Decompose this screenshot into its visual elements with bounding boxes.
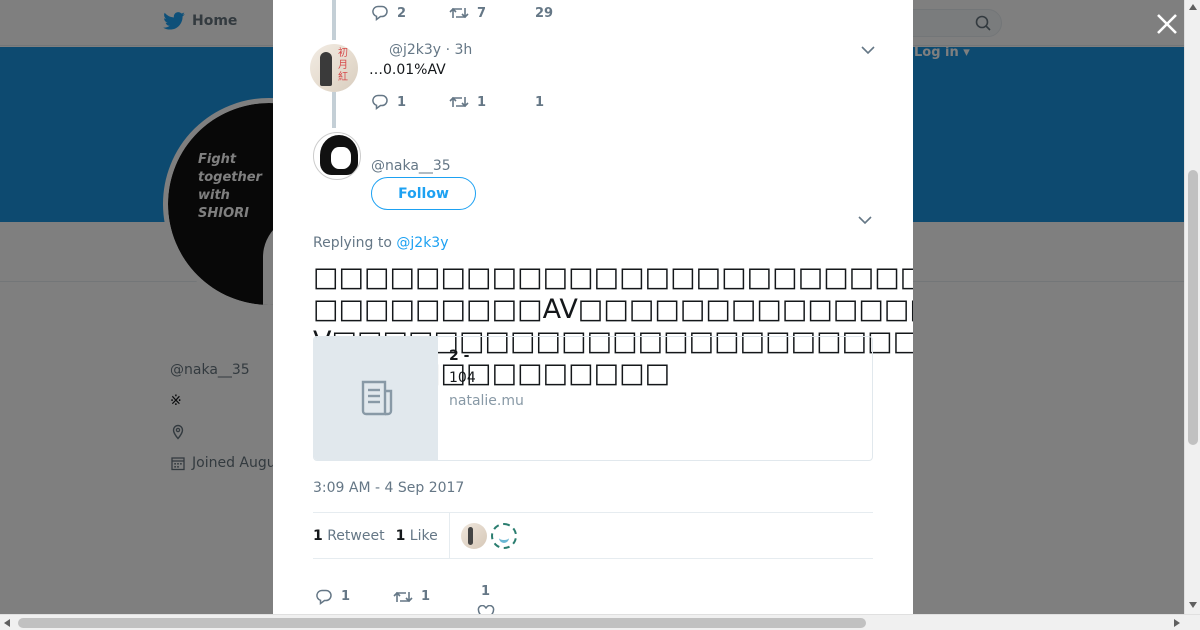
tweet-timestamp[interactable]: 3:09 AM - 4 Sep 2017 xyxy=(313,480,464,496)
chevron-down-icon[interactable] xyxy=(861,44,875,56)
stats-divider xyxy=(448,512,450,559)
card-description: 104 xyxy=(449,370,476,386)
scroll-right-arrow-icon[interactable] xyxy=(1174,619,1180,627)
retweet-stat[interactable]: 1 Retweet xyxy=(313,528,385,544)
replying-to: Replying to @j2k3y xyxy=(313,235,449,251)
vertical-scrollbar[interactable] xyxy=(1184,0,1200,614)
link-card[interactable]: 2 - 104 natalie.mu xyxy=(313,336,873,461)
like-count: 1 xyxy=(535,94,545,110)
horizontal-scroll-thumb[interactable] xyxy=(18,618,866,628)
retweet-stat-label: Retweet xyxy=(327,527,385,544)
close-icon[interactable] xyxy=(1154,11,1180,37)
document-icon xyxy=(361,380,393,416)
scroll-down-arrow-icon[interactable] xyxy=(1189,602,1197,608)
like-count: 29 xyxy=(535,5,554,21)
reply-count: 2 xyxy=(397,5,407,21)
horizontal-scrollbar[interactable] xyxy=(0,614,1200,630)
reply-action[interactable]: 2 xyxy=(371,4,449,22)
like-stat[interactable]: 1 Like xyxy=(396,528,438,544)
avatar-kanji: 初月紅 xyxy=(338,48,348,83)
like-stat-label: Like xyxy=(409,527,438,544)
replying-prefix: Replying to xyxy=(313,235,392,251)
retweet-action[interactable]: 7 xyxy=(449,5,527,21)
avatar-face xyxy=(331,147,351,169)
avatar-figure xyxy=(320,52,332,86)
reply-icon xyxy=(372,5,388,21)
reply-count: 1 xyxy=(341,589,351,604)
thread-line xyxy=(332,92,336,128)
scroll-left-arrow-icon[interactable] xyxy=(4,619,10,627)
reply-action[interactable]: 1 xyxy=(371,93,449,111)
reply-count: 1 xyxy=(397,94,407,110)
tweet-time[interactable]: · 3h xyxy=(446,42,473,58)
follow-button[interactable]: Follow xyxy=(371,177,476,210)
tweet-header: @j2k3y · 3h xyxy=(389,42,472,58)
card-thumbnail xyxy=(314,337,438,460)
retweet-count: 1 xyxy=(477,94,487,110)
like-action[interactable]: 1 xyxy=(471,572,549,614)
retweet-icon xyxy=(449,7,469,19)
username[interactable]: @j2k3y xyxy=(389,42,441,58)
like-count: 1 xyxy=(481,584,491,599)
scroll-up-arrow-icon[interactable] xyxy=(1189,4,1197,10)
vertical-scroll-thumb[interactable] xyxy=(1188,170,1198,445)
thread-line xyxy=(332,0,336,40)
tweet-actions: 1 1 1 xyxy=(371,93,605,111)
retweet-action[interactable]: 1 xyxy=(449,94,527,110)
like-action[interactable]: 1 xyxy=(527,95,605,110)
card-domain: natalie.mu xyxy=(449,393,524,409)
retweet-icon xyxy=(393,591,413,602)
tweet-stats: 1 Retweet 1 Like xyxy=(313,512,873,559)
mention-link[interactable]: @j2k3y xyxy=(396,235,448,251)
reply-action[interactable]: 1 xyxy=(315,588,393,606)
retweet-action[interactable]: 1 xyxy=(393,589,471,605)
tweet-modal: 2 7 29 初月紅 @j2k3y · 3h …0.01%AV 1 1 1 @n… xyxy=(273,0,913,614)
reply-icon xyxy=(372,94,388,110)
avatar[interactable]: 初月紅 xyxy=(310,44,358,92)
card-title: 2 - xyxy=(449,348,470,364)
retweet-count: 7 xyxy=(477,5,487,21)
prev-tweet-actions: 2 7 29 xyxy=(371,4,605,22)
liker-avatar[interactable] xyxy=(490,522,517,549)
username[interactable]: @naka__35 xyxy=(371,158,451,174)
like-action[interactable]: 29 xyxy=(527,6,605,21)
tweet-text: …0.01%AV xyxy=(369,62,446,78)
chevron-down-icon[interactable] xyxy=(858,214,872,226)
retweet-icon xyxy=(449,96,469,108)
like-stat-count: 1 xyxy=(395,527,406,544)
retweet-stat-count: 1 xyxy=(313,527,323,544)
heart-icon xyxy=(477,605,495,614)
reply-icon xyxy=(316,589,332,605)
liker-avatar[interactable] xyxy=(460,522,487,549)
avatar[interactable] xyxy=(313,132,361,180)
tweet-actions: 1 1 1 xyxy=(315,572,549,614)
retweet-count: 1 xyxy=(421,589,431,604)
